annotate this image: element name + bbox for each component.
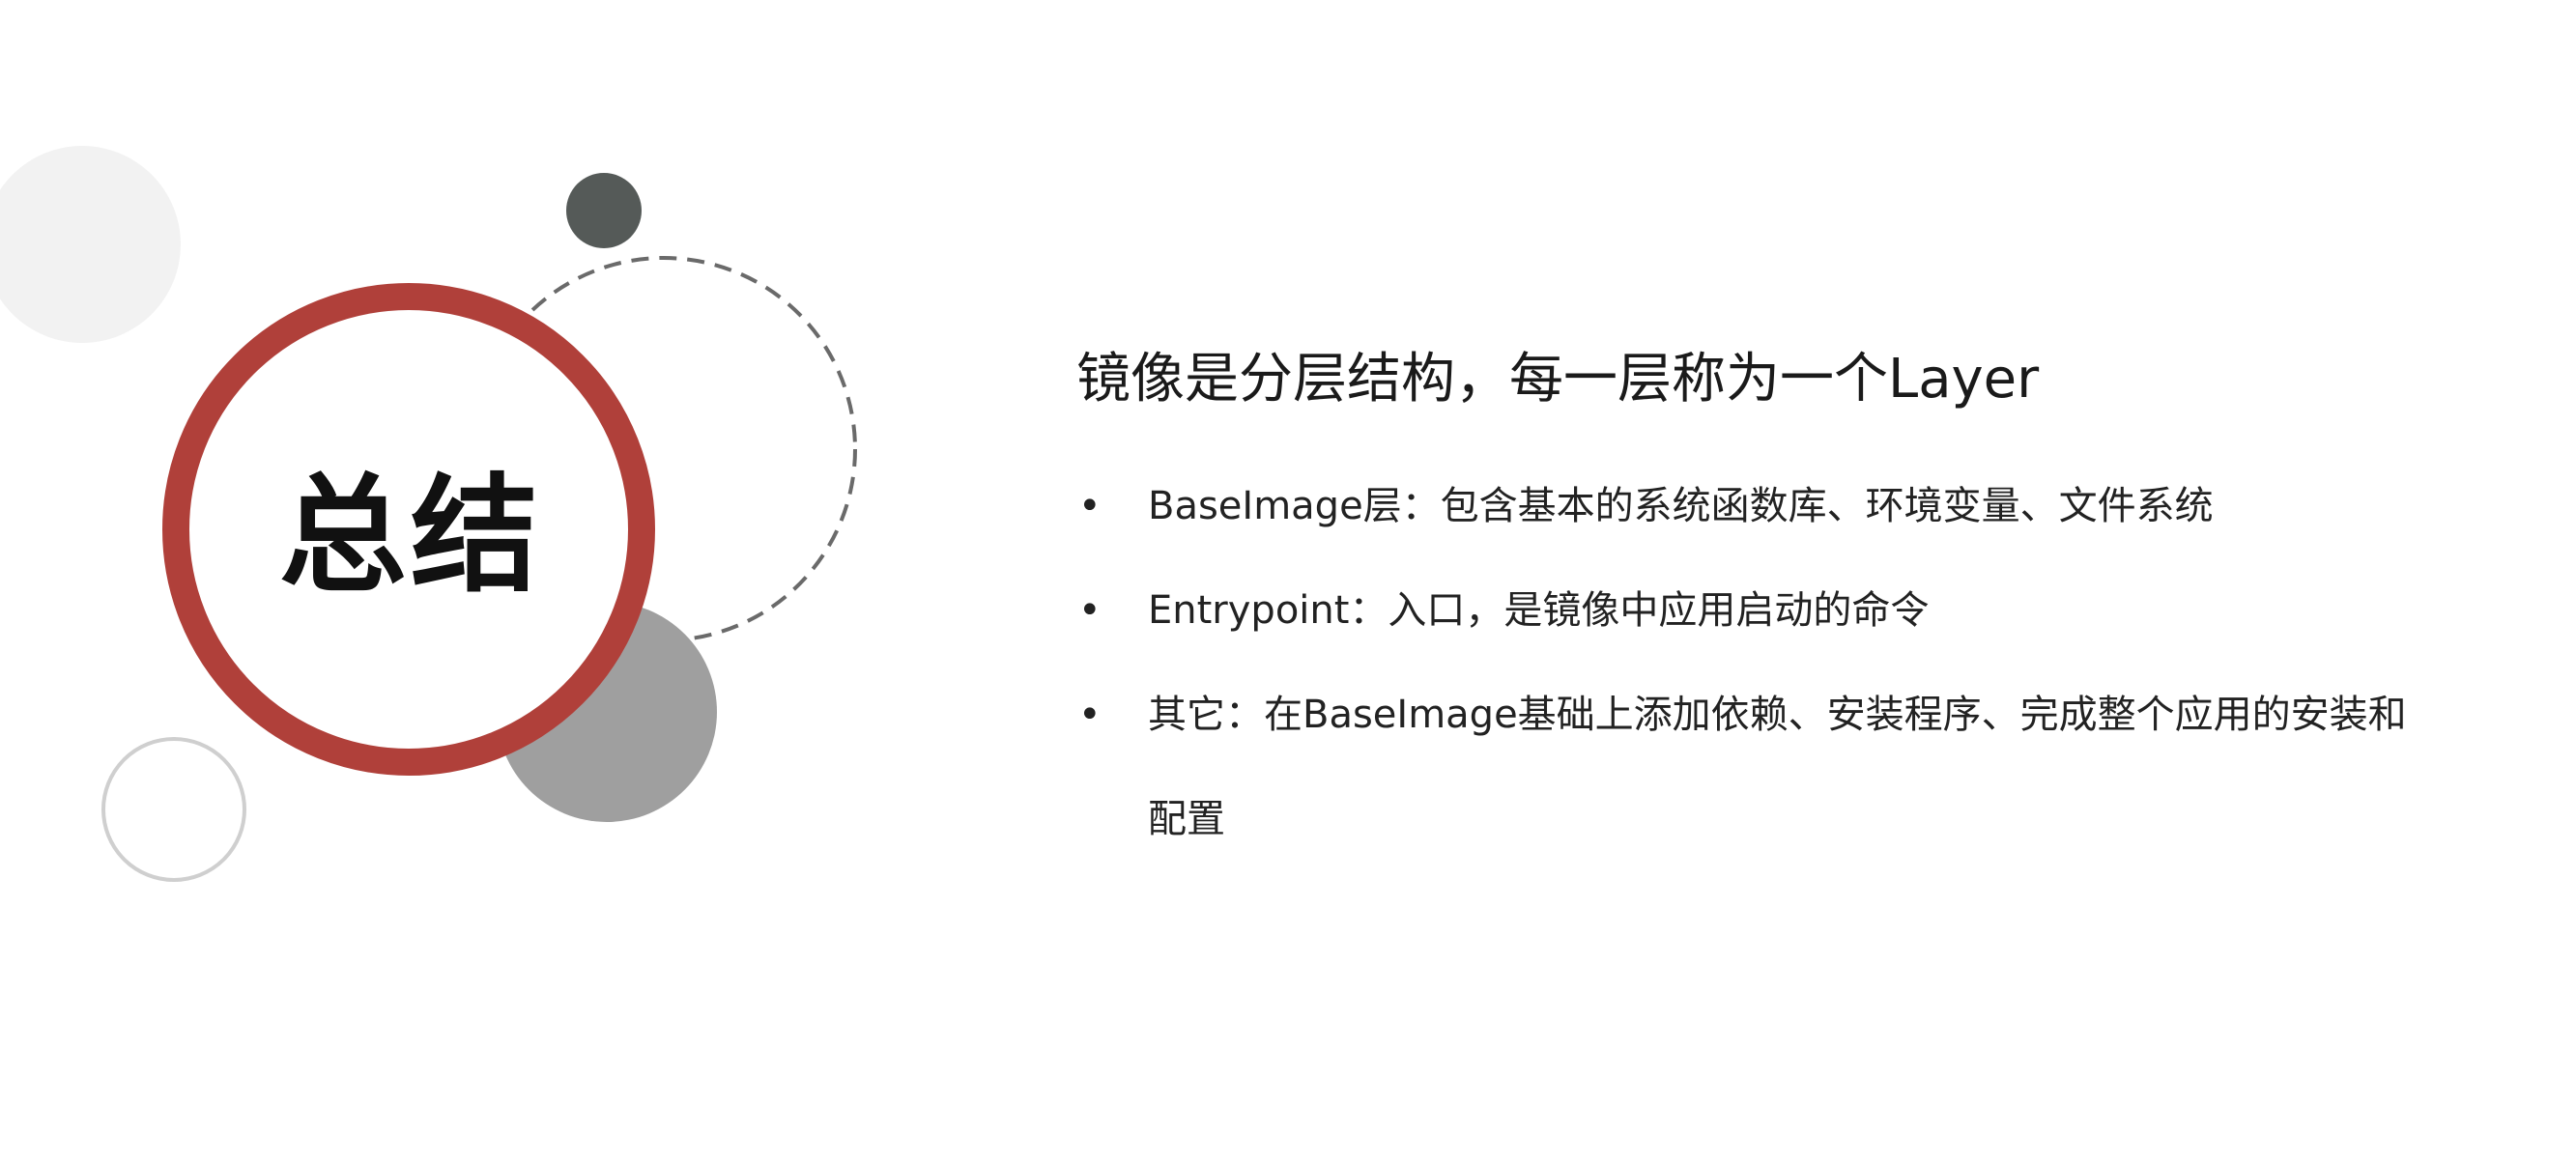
summary-content: 镜像是分层结构，每一层称为一个Layer • BaseImage层：包含基本的系… <box>1076 338 2429 871</box>
slide-title: 总结 <box>279 462 542 610</box>
bullet-text: Entrypoint：入口，是镜像中应用启动的命令 <box>1148 588 1930 633</box>
bullet-text: 其它：在BaseImage基础上添加依赖、安装程序、完成整个应用的安装和配置 <box>1148 693 2407 841</box>
bullet-icon: • <box>1078 588 1102 633</box>
list-item: • 其它：在BaseImage基础上添加依赖、安装程序、完成整个应用的安装和配置 <box>1076 663 2429 871</box>
list-item: • BaseImage层：包含基本的系统函数库、环境变量、文件系统 <box>1076 454 2429 558</box>
bullet-list: • BaseImage层：包含基本的系统函数库、环境变量、文件系统 • Entr… <box>1076 454 2429 871</box>
thin-outline-circle <box>101 737 246 882</box>
list-item: • Entrypoint：入口，是镜像中应用启动的命令 <box>1076 558 2429 663</box>
summary-heading: 镜像是分层结构，每一层称为一个Layer <box>1076 348 2040 411</box>
bullet-icon: • <box>1078 693 1102 737</box>
bullet-text: BaseImage层：包含基本的系统函数库、环境变量、文件系统 <box>1148 484 2214 528</box>
dark-small-circle <box>566 173 642 248</box>
bullet-icon: • <box>1078 484 1102 528</box>
light-gray-circle <box>0 146 181 343</box>
